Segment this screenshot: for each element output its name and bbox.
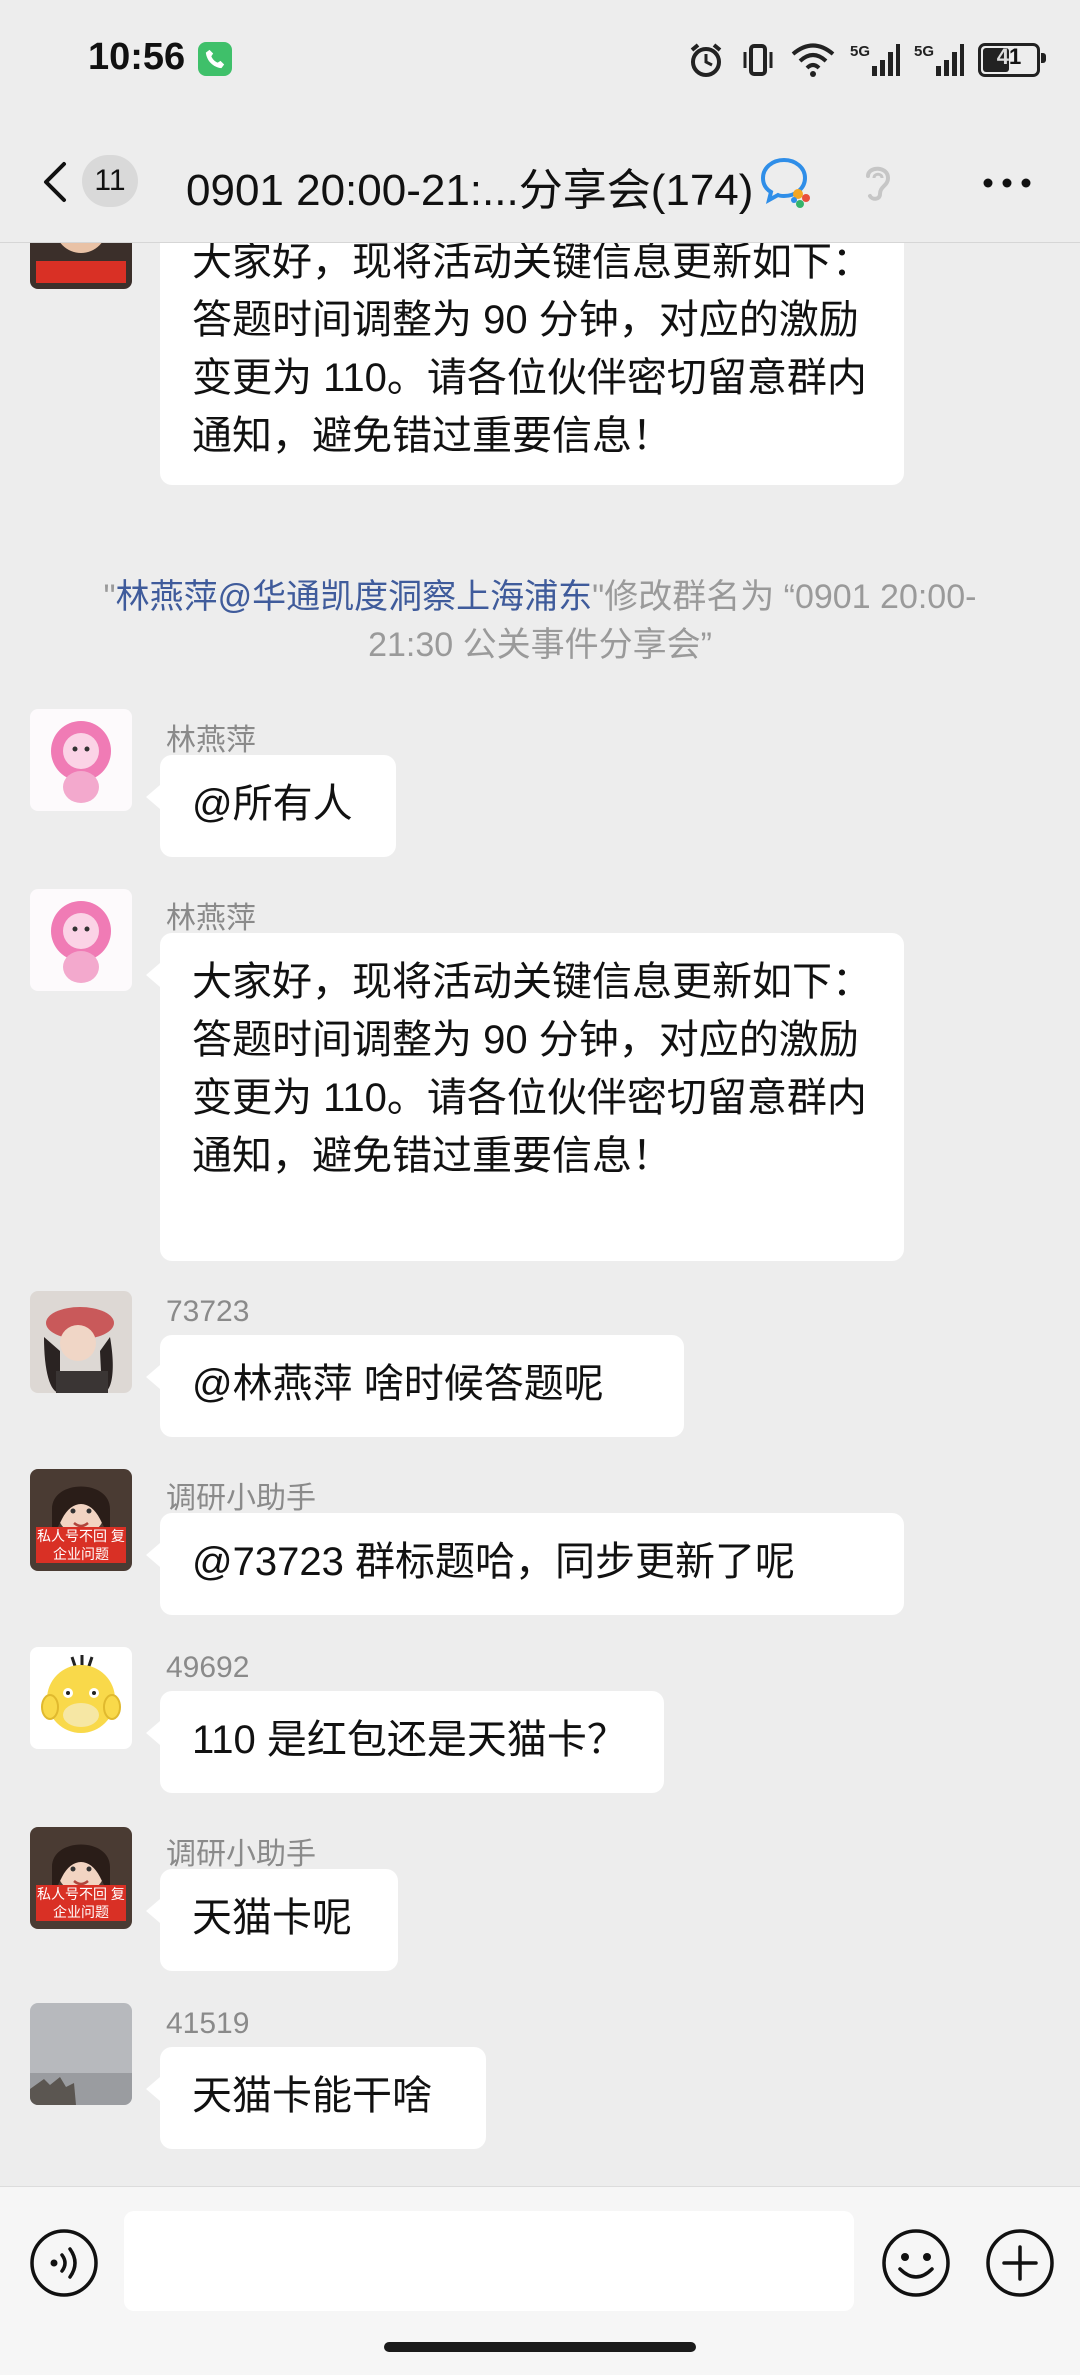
ear-icon[interactable]	[858, 158, 898, 211]
network-label-b: 5G	[914, 43, 934, 60]
signal-icon: 5G	[914, 40, 964, 80]
plus-icon[interactable]	[984, 2227, 1056, 2304]
emoji-icon[interactable]	[880, 2227, 952, 2304]
status-bar: 10:56 5G 5G 41	[0, 0, 1080, 120]
avatar[interactable]	[30, 243, 132, 289]
message-text: 110 是红包还是天猫卡？	[192, 1718, 627, 1762]
avatar[interactable]	[30, 1647, 132, 1749]
system-actor-link[interactable]: 林燕萍@华通凯度洞察上海浦东	[116, 578, 593, 616]
message-text: 大家好，现将活动关键信息更新如下：答题时间调整为 90 分钟，对应的激励变更为 …	[192, 960, 872, 1178]
message-text: @73723 群标题哈，同步更新了呢	[192, 1540, 795, 1584]
avatar-tag: 私人号不回 复企业问题	[36, 1885, 126, 1921]
avatar[interactable]: 私人号不回 复企业问题	[30, 1469, 132, 1571]
system-message: "林燕萍@华通凯度洞察上海浦东"修改群名为 “0901 20:00-21:30 …	[100, 573, 980, 669]
sender-name: 林燕萍	[166, 902, 256, 935]
system-quote: "	[103, 578, 116, 616]
sender-name: 调研小助手	[166, 1838, 316, 1871]
chat-title[interactable]: 0901 20:00-21:...分享会(174)	[186, 154, 753, 218]
message-bubble[interactable]: 大家好，现将活动关键信息更新如下：答题时间调整为 90 分钟，对应的激励变更为 …	[160, 243, 904, 485]
avatar[interactable]	[30, 2003, 132, 2105]
vibrate-icon	[740, 40, 776, 80]
message-bubble[interactable]: 天猫卡能干啥	[146, 2047, 486, 2149]
avatar[interactable]: 私人号不回 复企业问题	[30, 1827, 132, 1929]
signal-icon: 5G	[850, 40, 900, 80]
voice-icon[interactable]	[28, 2227, 100, 2304]
sender-name: 49692	[166, 1651, 250, 1684]
message-list[interactable]: 大家好，现将活动关键信息更新如下：答题时间调整为 90 分钟，对应的激励变更为 …	[0, 243, 1080, 2186]
sender-name: 73723	[166, 1295, 250, 1328]
battery-icon: 41	[978, 43, 1046, 77]
network-label-a: 5G	[850, 43, 870, 60]
avatar[interactable]	[30, 889, 132, 991]
message-text: @林燕萍 啥时候答题呢	[192, 1362, 604, 1406]
message-text: 天猫卡呢	[192, 1896, 352, 1940]
message-input[interactable]	[124, 2211, 854, 2311]
phone-call-icon	[198, 42, 232, 76]
message-bubble[interactable]: @73723 群标题哈，同步更新了呢	[146, 1513, 904, 1615]
sender-name: 41519	[166, 2007, 250, 2040]
chat-header: 11 0901 20:00-21:...分享会(174)	[0, 120, 1080, 243]
message-bubble[interactable]: 天猫卡呢	[146, 1869, 398, 1971]
sender-name: 林燕萍	[166, 724, 256, 757]
message-bubble[interactable]: 110 是红包还是天猫卡？	[146, 1691, 664, 1793]
more-icon[interactable]	[982, 176, 1032, 194]
message-text: 天猫卡能干啥	[192, 2074, 432, 2118]
wifi-icon	[790, 41, 836, 79]
status-time: 10:56	[88, 36, 186, 78]
avatar-tag: 私人号不回 复企业问题	[36, 1527, 126, 1563]
battery-level: 41	[996, 44, 1022, 69]
message-bubble[interactable]: @所有人	[146, 755, 396, 857]
wecom-icon[interactable]	[758, 154, 814, 215]
message-bubble[interactable]: 大家好，现将活动关键信息更新如下：答题时间调整为 90 分钟，对应的激励变更为 …	[146, 933, 904, 1261]
message-text: @所有人	[192, 782, 353, 826]
alarm-icon	[686, 40, 726, 80]
sender-name: 调研小助手	[166, 1482, 316, 1515]
avatar[interactable]	[30, 709, 132, 811]
avatar[interactable]	[30, 1291, 132, 1393]
message-bubble[interactable]: @林燕萍 啥时候答题呢	[146, 1335, 684, 1437]
message-text: 大家好，现将活动关键信息更新如下：答题时间调整为 90 分钟，对应的激励变更为 …	[192, 243, 872, 458]
unread-count-badge[interactable]: 11	[82, 155, 138, 207]
home-indicator[interactable]	[384, 2342, 696, 2352]
back-icon[interactable]	[36, 158, 76, 206]
